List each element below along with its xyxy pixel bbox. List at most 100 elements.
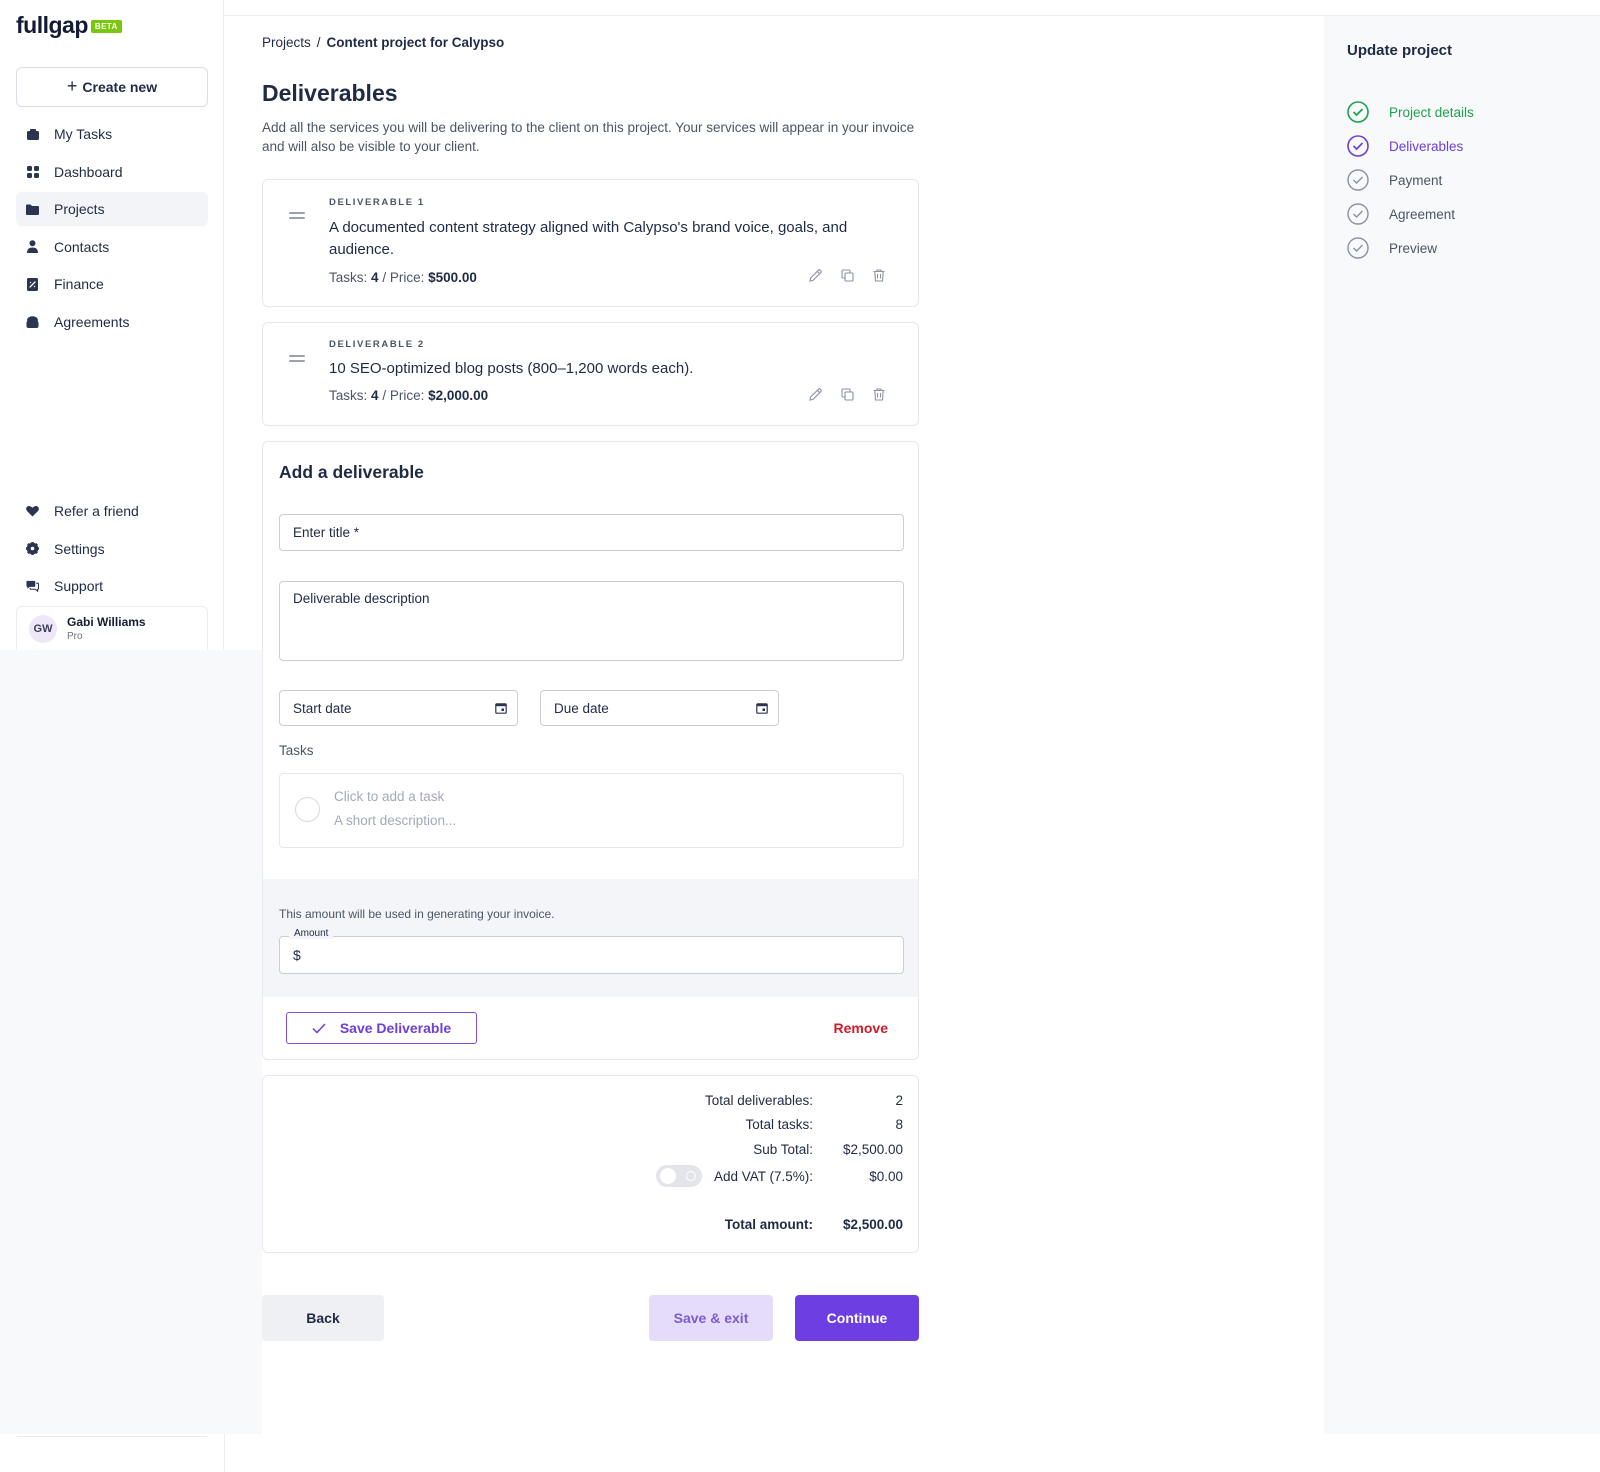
step-pending-icon xyxy=(1347,203,1369,225)
subtotal-value: $2,500.00 xyxy=(842,1142,903,1157)
step-pending-icon xyxy=(1347,169,1369,191)
sidebar-item-refer[interactable]: Refer a friend xyxy=(16,494,208,528)
price-value: $500.00 xyxy=(428,270,477,285)
total-tasks-value: 8 xyxy=(895,1117,903,1132)
total-deliverables-label: Total deliverables: xyxy=(704,1093,813,1108)
tasks-icon xyxy=(26,128,39,141)
app-logo[interactable]: fullgap BETA xyxy=(16,12,122,39)
sidebar-item-label: Projects xyxy=(54,201,105,218)
edit-icon[interactable] xyxy=(806,266,824,284)
sidebar-item-label: Contacts xyxy=(54,238,110,255)
title-placeholder: Enter title * xyxy=(293,525,360,540)
sidebar-item-contacts[interactable]: Contacts xyxy=(16,230,208,264)
total-amount-value: $2,500.00 xyxy=(842,1217,903,1232)
edit-icon[interactable] xyxy=(806,385,824,403)
agreement-icon xyxy=(26,315,39,328)
save-exit-button[interactable]: Save & exit xyxy=(649,1295,773,1341)
calendar-icon[interactable] xyxy=(495,702,507,714)
step-pending-icon xyxy=(1347,237,1369,259)
sidebar-item-label: My Tasks xyxy=(54,126,113,142)
sidebar-item-finance[interactable]: Finance xyxy=(16,267,208,301)
sidebar-item-label: Dashboard xyxy=(54,163,123,180)
step-agreement[interactable]: Agreement xyxy=(1347,197,1474,231)
amount-input[interactable]: Amount $ xyxy=(279,928,904,974)
calendar-icon[interactable] xyxy=(756,702,768,714)
secondary-nav: Refer a friend Settings Support xyxy=(16,494,208,607)
save-deliverable-button[interactable]: Save Deliverable xyxy=(286,1012,477,1044)
step-deliverables[interactable]: Deliverables xyxy=(1347,129,1474,163)
totals-summary: Total deliverables: 2 Total tasks: 8 Sub… xyxy=(262,1075,919,1253)
delete-icon[interactable] xyxy=(870,385,888,403)
delete-icon[interactable] xyxy=(870,266,888,284)
deliverable-meta: Tasks: 4 / Price: $2,000.00 xyxy=(329,388,488,403)
sidebar-item-agreements[interactable]: Agreements xyxy=(16,305,208,339)
total-tasks-row: Total tasks: 8 xyxy=(745,1117,903,1132)
sidebar-item-dashboard[interactable]: Dashboard xyxy=(16,155,208,189)
beta-badge: BETA xyxy=(90,20,122,33)
progress-panel: Update project Project details Deliverab… xyxy=(1324,16,1600,1434)
deliverable-label: DELIVERABLE 1 xyxy=(329,197,425,208)
step-preview[interactable]: Preview xyxy=(1347,231,1474,265)
total-tasks-label: Total tasks: xyxy=(745,1117,813,1132)
sidebar-item-label: Refer a friend xyxy=(54,503,139,519)
sidebar-item-settings[interactable]: Settings xyxy=(16,532,208,566)
folder-icon xyxy=(26,203,39,216)
divider xyxy=(17,1436,207,1437)
breadcrumb-separator: / xyxy=(316,35,321,50)
top-bar xyxy=(224,0,1600,16)
total-deliverables-value: 2 xyxy=(895,1093,903,1108)
start-date-input[interactable]: Start date xyxy=(279,690,518,726)
sidebar-lower-area xyxy=(0,650,262,1434)
subtotal-row: Sub Total: $2,500.00 xyxy=(753,1142,903,1157)
receipt-icon xyxy=(26,277,39,291)
due-date-input[interactable]: Due date xyxy=(540,690,779,726)
deliverable-card[interactable]: DELIVERABLE 2 10 SEO-optimized blog post… xyxy=(262,322,919,426)
breadcrumb: Projects / Content project for Calypso xyxy=(262,35,504,50)
user-icon xyxy=(26,240,39,254)
avatar: GW xyxy=(29,614,57,643)
sidebar-item-projects[interactable]: Projects xyxy=(16,192,208,227)
total-deliverables-row: Total deliverables: 2 xyxy=(705,1093,903,1108)
duplicate-icon[interactable] xyxy=(838,385,856,403)
drag-handle-icon[interactable] xyxy=(289,212,305,222)
check-icon xyxy=(312,1022,326,1034)
sidebar-item-my-tasks[interactable]: My Tasks xyxy=(16,117,208,151)
breadcrumb-projects[interactable]: Projects xyxy=(262,35,311,50)
sidebar-item-support[interactable]: Support xyxy=(16,569,208,603)
user-name: Gabi Williams xyxy=(67,615,146,629)
step-label: Agreement xyxy=(1389,206,1456,222)
create-new-button[interactable]: + Create new xyxy=(16,67,208,107)
title-input[interactable]: Enter title * xyxy=(279,514,904,551)
step-project-details[interactable]: Project details xyxy=(1347,95,1474,129)
deliverable-description: 10 SEO-optimized blog posts (800–1,200 w… xyxy=(329,360,694,377)
duplicate-icon[interactable] xyxy=(838,266,856,284)
page-title: Deliverables xyxy=(262,80,398,106)
back-button[interactable]: Back xyxy=(262,1295,384,1341)
total-amount-row: Total amount: $2,500.00 xyxy=(725,1217,903,1232)
user-profile[interactable]: GW Gabi Williams Pro xyxy=(16,606,208,650)
deliverable-actions xyxy=(806,266,888,284)
subtotal-label: Sub Total: xyxy=(753,1142,813,1157)
step-list: Project details Deliverables Payment Agr… xyxy=(1347,95,1474,265)
step-payment[interactable]: Payment xyxy=(1347,163,1474,197)
add-task-field[interactable]: Click to add a task A short description.… xyxy=(279,773,904,848)
step-label: Payment xyxy=(1389,172,1443,188)
continue-button[interactable]: Continue xyxy=(795,1295,919,1341)
description-textarea[interactable]: Deliverable description xyxy=(279,581,904,661)
deliverable-card[interactable]: DELIVERABLE 1 A documented content strat… xyxy=(262,179,919,307)
tasks-label: Tasks: xyxy=(329,270,368,285)
task-checkbox[interactable] xyxy=(295,797,320,822)
main-nav: My Tasks Dashboard Projects Contacts Fin… xyxy=(16,117,208,343)
plus-icon: + xyxy=(66,75,78,96)
heart-icon xyxy=(26,505,39,518)
remove-button[interactable]: Remove xyxy=(834,1020,888,1036)
tasks-label: Tasks: xyxy=(329,388,368,403)
page-description: Add all the services you will be deliver… xyxy=(262,120,915,154)
vat-toggle[interactable] xyxy=(655,1165,702,1187)
step-complete-icon xyxy=(1347,101,1369,123)
due-date-placeholder: Due date xyxy=(554,700,609,716)
create-new-label: Create new xyxy=(82,79,158,95)
task-description-placeholder: A short description... xyxy=(334,813,457,828)
drag-handle-icon[interactable] xyxy=(289,355,305,365)
gear-icon xyxy=(26,542,39,556)
